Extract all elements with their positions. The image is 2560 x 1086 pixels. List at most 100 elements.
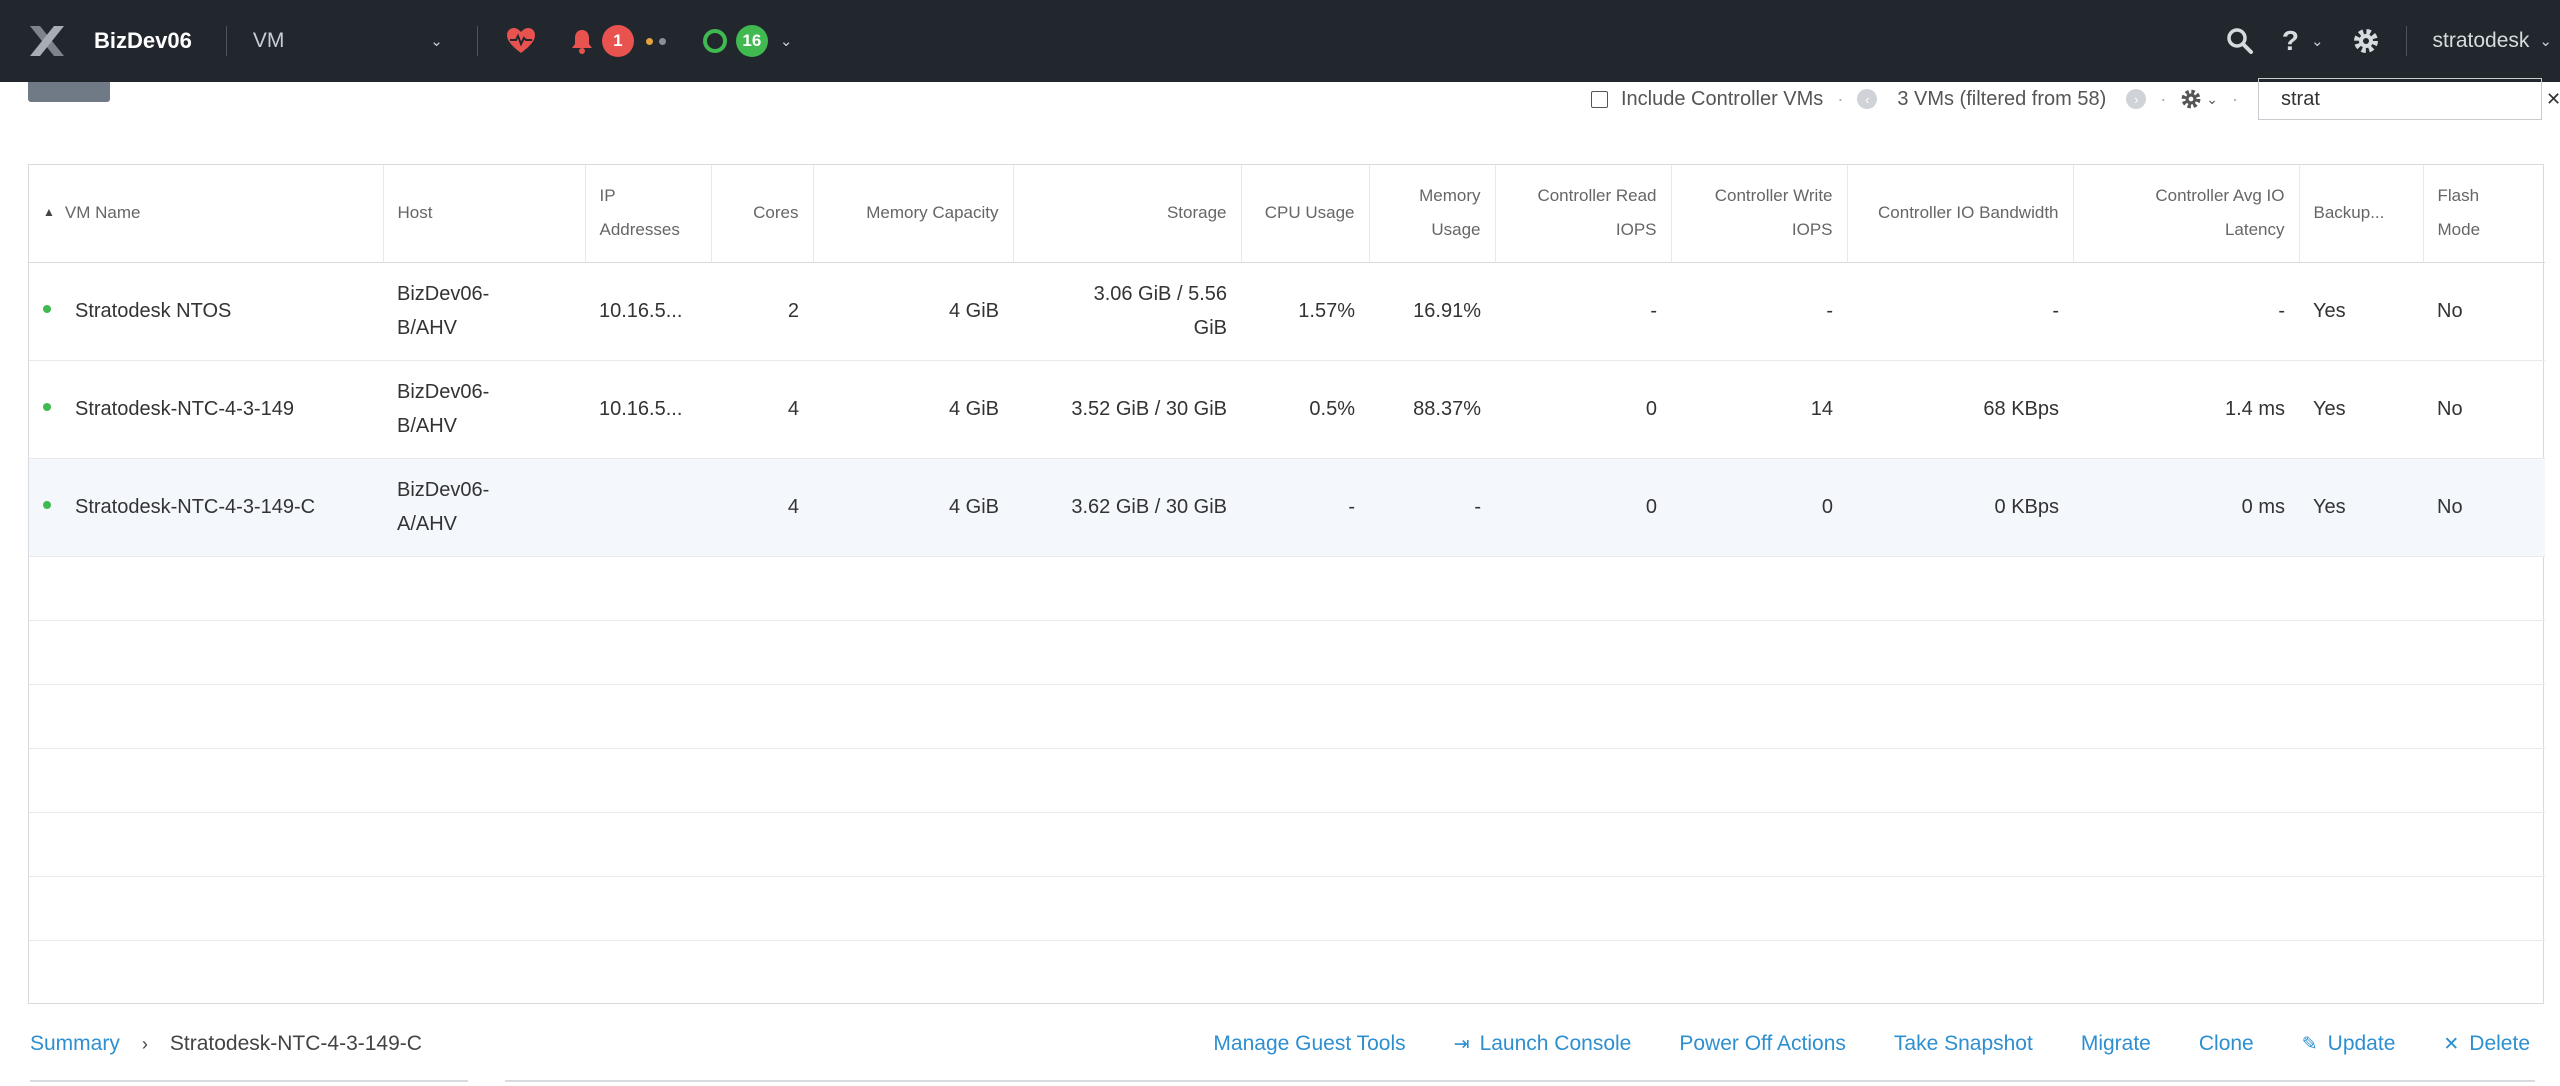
cpu-usage-cell: - <box>1241 458 1369 557</box>
alerts-count-badge[interactable]: 1 <box>601 25 634 57</box>
manage-guest-tools-link[interactable]: Manage Guest Tools <box>1213 1032 1405 1056</box>
vm-name-cell[interactable]: Stratodesk NTOS <box>29 262 383 361</box>
column-header-memory-capacity[interactable]: Memory Capacity <box>813 165 1014 263</box>
storage-cell: 3.52 GiB / 30 GiB <box>1013 360 1241 459</box>
host-cell[interactable]: BizDev06- B/AHV <box>383 262 585 361</box>
host-cell[interactable]: BizDev06- A/AHV <box>383 458 585 557</box>
close-x-icon: ✕ <box>2443 1033 2460 1055</box>
divider <box>476 26 478 56</box>
tasks-circle-icon[interactable] <box>702 28 728 54</box>
launch-console-link[interactable]: ⇥ Launch Console <box>1454 1032 1632 1056</box>
previous-page-icon[interactable]: ‹ <box>1857 89 1878 109</box>
main-menu-dropdown[interactable]: VM ⌄ <box>253 29 443 53</box>
column-header-controller-write-iops[interactable]: Controller Write IOPS <box>1671 165 1848 263</box>
write-iops-cell: 14 <box>1671 360 1847 459</box>
empty-row <box>29 620 2545 685</box>
table-row[interactable]: Stratodesk NTOS BizDev06- B/AHV 10.16.5..… <box>29 262 2545 361</box>
divider <box>225 26 227 56</box>
search-field[interactable]: ✕ <box>2258 78 2560 120</box>
include-controller-vms-label: Include Controller VMs <box>1621 87 1824 110</box>
empty-row <box>29 812 2545 877</box>
info-dot-icon <box>658 37 666 45</box>
power-off-actions-link[interactable]: Power Off Actions <box>1679 1032 1846 1056</box>
take-snapshot-link[interactable]: Take Snapshot <box>1894 1032 2033 1056</box>
table-row-selected[interactable]: Stratodesk-NTC-4-3-149-C BizDev06- A/AHV … <box>29 458 2545 557</box>
settings-gear-icon[interactable] <box>2352 27 2380 55</box>
host-cell[interactable]: BizDev06- B/AHV <box>383 360 585 459</box>
summary-link[interactable]: Summary <box>30 1032 120 1056</box>
io-latency-cell: 0 ms <box>2073 458 2299 557</box>
column-header-flash-mode[interactable]: Flash Mode <box>2423 165 2545 263</box>
storage-cell: 3.06 GiB / 5.56 GiB <box>1013 262 1241 361</box>
migrate-link[interactable]: Migrate <box>2081 1032 2151 1056</box>
table-header-row: ▲ VM Name Host IP Addresses Cores Memory C… <box>29 165 2545 263</box>
divider <box>2405 26 2407 56</box>
column-header-ip-addresses[interactable]: IP Addresses <box>585 165 712 263</box>
memory-capacity-cell: 4 GiB <box>813 458 1013 557</box>
selected-vm-name: Stratodesk-NTC-4-3-149-C <box>169 1032 422 1055</box>
vm-name-cell[interactable]: Stratodesk-NTC-4-3-149-C <box>29 458 383 557</box>
flash-mode-cell: No <box>2423 458 2545 557</box>
console-enter-icon: ⇥ <box>1453 1033 1470 1055</box>
alerts-bell-icon[interactable] <box>570 28 594 54</box>
table-row[interactable]: Stratodesk-NTC-4-3-149 BizDev06- B/AHV 10… <box>29 360 2545 459</box>
include-controller-vms-checkbox[interactable] <box>1591 90 1608 108</box>
column-header-backup[interactable]: Backup... <box>2299 165 2424 263</box>
chevron-down-icon[interactable]: ⌄ <box>780 32 793 50</box>
search-icon[interactable] <box>2226 27 2254 55</box>
health-heart-icon[interactable] <box>506 27 536 55</box>
column-header-memory-usage[interactable]: Memory Usage <box>1369 165 1496 263</box>
cpu-usage-cell: 0.5% <box>1241 360 1369 459</box>
ip-cell: 10.16.5... <box>585 360 711 459</box>
sort-ascending-icon: ▲ <box>43 204 55 219</box>
search-input[interactable] <box>2281 87 2546 111</box>
nutanix-logo-icon[interactable] <box>26 20 68 62</box>
user-menu[interactable]: stratodesk <box>2433 29 2530 53</box>
vm-count-label: 3 VMs (filtered from 58) <box>1897 87 2107 110</box>
memory-usage-cell: 16.91% <box>1369 262 1495 361</box>
column-header-storage[interactable]: Storage <box>1013 165 1242 263</box>
delete-link[interactable]: ✕ Delete <box>2443 1032 2530 1056</box>
update-link[interactable]: ✎ Update <box>2302 1032 2396 1056</box>
tasks-count-badge[interactable]: 16 <box>735 25 768 57</box>
empty-row <box>29 556 2545 621</box>
separator-dot: · <box>2160 88 2167 109</box>
column-header-host[interactable]: Host <box>383 165 586 263</box>
column-header-controller-avg-io-latency[interactable]: Controller Avg IO Latency <box>2073 165 2300 263</box>
help-question-icon[interactable]: ? <box>2282 25 2299 57</box>
empty-row <box>29 748 2545 813</box>
write-iops-cell: - <box>1671 262 1847 361</box>
column-header-vm-name[interactable]: ▲ VM Name <box>29 165 384 263</box>
table-settings-gear-icon[interactable]: ⌄ <box>2180 88 2218 110</box>
write-iops-cell: 0 <box>1671 458 1847 557</box>
vm-name-cell[interactable]: Stratodesk-NTC-4-3-149 <box>29 360 383 459</box>
tab-underline <box>30 1080 468 1082</box>
column-header-controller-io-bandwidth[interactable]: Controller IO Bandwidth <box>1847 165 2074 263</box>
backup-cell: Yes <box>2299 360 2423 459</box>
powered-on-status-icon <box>43 501 51 509</box>
clear-search-icon[interactable]: ✕ <box>2546 89 2560 110</box>
table-toolbar: Include Controller VMs · ‹ 3 VMs (filter… <box>1591 78 2560 120</box>
chevron-down-icon[interactable]: ⌄ <box>2539 32 2552 50</box>
memory-usage-cell: 88.37% <box>1369 360 1495 459</box>
ip-cell <box>585 458 711 557</box>
column-header-cpu-usage[interactable]: CPU Usage <box>1241 165 1370 263</box>
separator-dot: · <box>1837 88 1844 109</box>
memory-usage-cell: - <box>1369 458 1495 557</box>
clone-link[interactable]: Clone <box>2199 1032 2254 1056</box>
cluster-name[interactable]: BizDev06 <box>94 28 192 54</box>
column-header-controller-read-iops[interactable]: Controller Read IOPS <box>1495 165 1672 263</box>
chevron-down-icon[interactable]: ⌄ <box>2311 32 2324 50</box>
cores-cell: 4 <box>711 458 813 557</box>
powered-on-status-icon <box>43 305 51 313</box>
create-vm-button[interactable] <box>28 82 110 102</box>
flash-mode-cell: No <box>2423 360 2545 459</box>
column-header-cores[interactable]: Cores <box>711 165 814 263</box>
read-iops-cell: - <box>1495 262 1671 361</box>
io-latency-cell: 1.4 ms <box>2073 360 2299 459</box>
backup-cell: Yes <box>2299 458 2423 557</box>
storage-cell: 3.62 GiB / 30 GiB <box>1013 458 1241 557</box>
ip-cell: 10.16.5... <box>585 262 711 361</box>
io-latency-cell: - <box>2073 262 2299 361</box>
next-page-icon[interactable]: › <box>2126 89 2147 109</box>
